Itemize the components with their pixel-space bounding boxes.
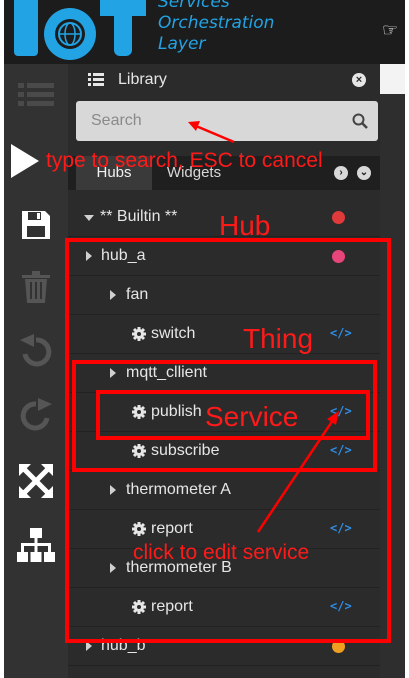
hub-annotation: Hub	[219, 210, 271, 241]
search-hint-annotation: type to search, ESC to cancel	[46, 149, 323, 172]
edit-hint-annotation: click to edit service	[133, 541, 310, 564]
annotation-arrows	[188, 121, 339, 533]
thing-annotation: Thing	[243, 323, 314, 354]
service-annotation: Service	[205, 401, 299, 432]
